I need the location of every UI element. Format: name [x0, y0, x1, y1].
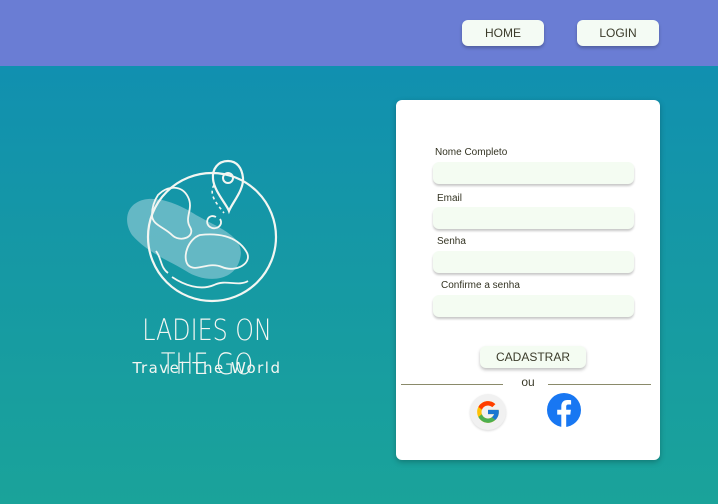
home-button[interactable]: HOME	[462, 20, 544, 46]
globe-pin-icon	[127, 159, 278, 303]
login-button[interactable]: LOGIN	[577, 20, 659, 46]
divider-line-left	[401, 384, 503, 385]
name-field[interactable]	[433, 162, 634, 184]
divider-line-right	[548, 384, 651, 385]
google-icon	[477, 401, 499, 423]
facebook-icon	[547, 393, 581, 427]
logo-subtitle: Travel The World	[132, 359, 282, 377]
email-field[interactable]	[433, 207, 634, 229]
name-field-label: Nome Completo	[435, 147, 508, 158]
google-login-button[interactable]	[470, 394, 506, 430]
register-button[interactable]: CADASTRAR	[480, 346, 586, 368]
facebook-login-button[interactable]	[546, 392, 582, 428]
signup-card: Nome Completo Email Senha Confirme a sen…	[396, 100, 660, 460]
confirm-password-field-label: Confirme a senha	[441, 280, 520, 291]
password-field[interactable]	[433, 251, 634, 273]
password-field-label: Senha	[437, 236, 466, 247]
email-field-label: Email	[437, 193, 463, 204]
divider-text: ou	[521, 375, 535, 389]
top-navbar: HOME LOGIN	[0, 0, 718, 66]
confirm-password-field[interactable]	[433, 295, 634, 317]
